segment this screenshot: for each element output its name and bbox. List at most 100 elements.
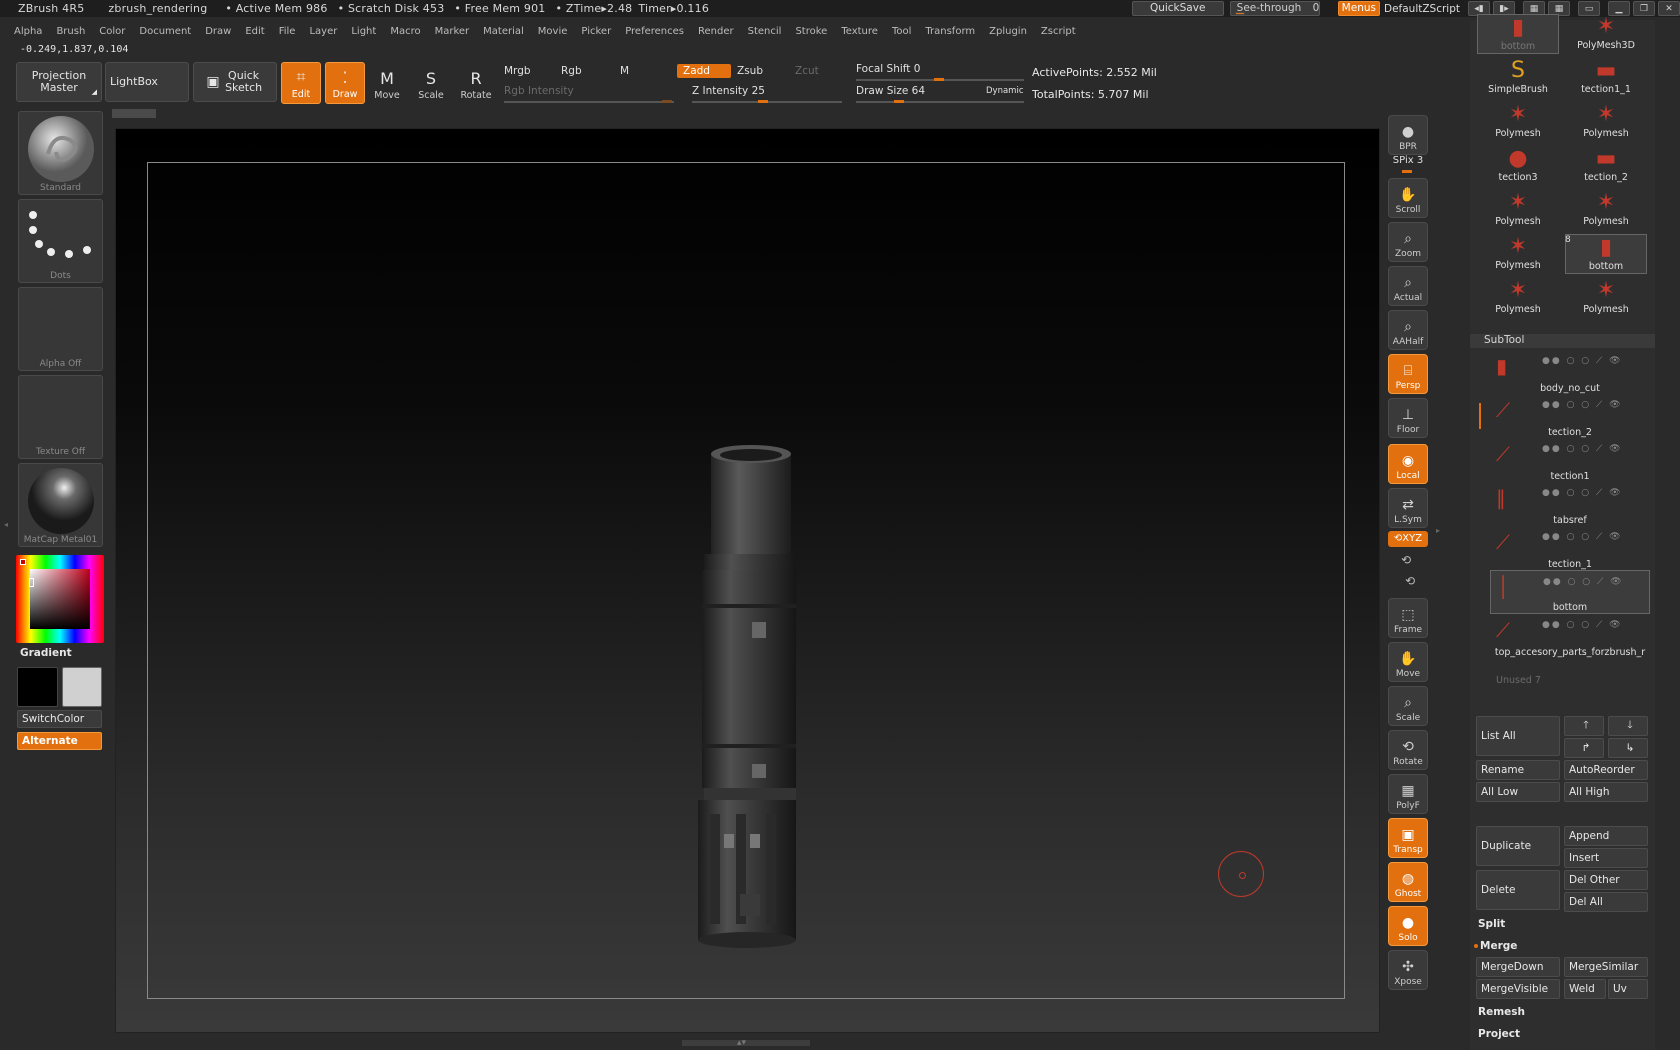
weld-button[interactable]: Weld: [1564, 979, 1606, 999]
z-intensity-knob[interactable]: [758, 100, 768, 103]
menu-color[interactable]: Color: [99, 26, 125, 37]
scroll-button[interactable]: ✋ Scroll: [1388, 178, 1428, 218]
rgb-intensity-slider[interactable]: Rgb Intensity: [504, 85, 574, 97]
del-other-button[interactable]: Del Other: [1564, 870, 1648, 890]
persp-button[interactable]: ⌸ Persp: [1388, 354, 1428, 394]
floor-button[interactable]: ⊥ Floor: [1388, 398, 1428, 438]
see-through-thumb[interactable]: [1234, 12, 1245, 15]
menu-draw[interactable]: Draw: [205, 26, 231, 37]
subtool-visibility-icon[interactable]: ●● ○ ○ ⟋ 👁: [1542, 532, 1623, 542]
transp-button[interactable]: ▣ Transp: [1388, 818, 1428, 858]
quick-sketch-button[interactable]: ▣ Quick Sketch: [193, 62, 277, 102]
mrgb-button[interactable]: Mrgb: [504, 65, 531, 77]
bottom-tray-arrow-icon[interactable]: ▴▾: [737, 1038, 746, 1048]
subtool-header[interactable]: SubTool: [1470, 334, 1655, 348]
menus-toggle[interactable]: Menus: [1337, 1, 1380, 16]
menu-file[interactable]: File: [279, 26, 296, 37]
subtool-row[interactable]: ⟋ ●● ○ ○ ⟋ 👁 tection_2: [1490, 394, 1650, 438]
menu-material[interactable]: Material: [483, 26, 524, 37]
rotate-mode-button[interactable]: R Rotate: [456, 62, 496, 104]
subtool-row[interactable]: ⟋ ●● ○ ○ ⟋ 👁 tection1: [1490, 438, 1650, 482]
bpr-button[interactable]: ● BPR: [1388, 115, 1428, 155]
switch-color-button[interactable]: SwitchColor: [17, 710, 102, 728]
alternate-button[interactable]: Alternate: [17, 732, 102, 750]
subtool-scroll-indicator[interactable]: [1479, 403, 1481, 429]
spix-slider[interactable]: SPix 3: [1388, 155, 1428, 166]
mergevisible-button[interactable]: MergeVisible: [1476, 979, 1560, 999]
draw-size-track[interactable]: [856, 101, 1024, 103]
tool-thumb-polymesh[interactable]: ✶ Polymesh: [1477, 102, 1559, 142]
spix-knob[interactable]: [1402, 170, 1412, 173]
stroke-thumbnail[interactable]: Dots: [18, 199, 103, 283]
subtool-visibility-icon[interactable]: ●● ○ ○ ⟋ 👁: [1542, 356, 1623, 366]
scale-button[interactable]: ⌕ Scale: [1388, 686, 1428, 726]
del-all-button[interactable]: Del All: [1564, 892, 1648, 912]
zcut-button[interactable]: Zcut: [795, 65, 819, 77]
menu-zplugin[interactable]: Zplugin: [989, 26, 1027, 37]
subtool-visibility-icon[interactable]: ●● ○ ○ ⟋ 👁: [1542, 444, 1623, 454]
texture-thumbnail[interactable]: Texture Off: [18, 375, 103, 459]
menu-stroke[interactable]: Stroke: [795, 26, 827, 37]
split-section[interactable]: Split: [1478, 918, 1505, 930]
tool-thumb-polymesh[interactable]: ✶ Polymesh: [1565, 190, 1647, 230]
aahalf-button[interactable]: ⌕ AAHalf: [1388, 310, 1428, 350]
default-zscript-button[interactable]: DefaultZScript: [1384, 3, 1460, 15]
lightbox-button[interactable]: LightBox: [105, 62, 189, 102]
polyf-button[interactable]: ▦ PolyF: [1388, 774, 1428, 814]
merge-section[interactable]: Merge: [1480, 940, 1517, 952]
z-intensity-slider[interactable]: Z Intensity 25: [692, 85, 765, 97]
draw-size-slider[interactable]: Draw Size 64: [856, 85, 925, 97]
left-tray-handle-icon[interactable]: ◂: [4, 520, 8, 529]
insert-button[interactable]: Insert: [1564, 848, 1648, 868]
scale-mode-button[interactable]: S Scale: [411, 62, 451, 104]
append-button[interactable]: Append: [1564, 826, 1648, 846]
subtool-visibility-icon[interactable]: ●● ○ ○ ⟋ 👁: [1542, 400, 1623, 410]
m-button[interactable]: M: [620, 65, 629, 77]
menu-macro[interactable]: Macro: [390, 26, 420, 37]
tool-thumb-tection3[interactable]: ● tection3: [1477, 146, 1559, 186]
menu-edit[interactable]: Edit: [245, 26, 264, 37]
tool-thumb-tection1_1[interactable]: ▬ tection1_1: [1565, 58, 1647, 98]
menu-movie[interactable]: Movie: [538, 26, 568, 37]
move-bottom-icon[interactable]: ↳: [1608, 738, 1648, 758]
draw-mode-button[interactable]: ⁚ Draw: [325, 62, 365, 104]
menu-layer[interactable]: Layer: [309, 26, 337, 37]
move-top-icon[interactable]: ↱: [1564, 738, 1604, 758]
main-color-swatch[interactable]: [17, 667, 58, 707]
subtool-visibility-icon[interactable]: ●● ○ ○ ⟋ 👁: [1542, 488, 1623, 498]
tool-thumb-polymesh[interactable]: ✶ Polymesh: [1565, 278, 1647, 318]
see-through-slider[interactable]: See-through 0: [1229, 1, 1320, 16]
mergedown-button[interactable]: MergeDown: [1476, 957, 1560, 977]
local-button[interactable]: ◉ Local: [1388, 444, 1428, 484]
tool-thumb-polymesh3d[interactable]: ✶ PolyMesh3D: [1565, 14, 1647, 54]
rgb-intensity-track[interactable]: [504, 101, 674, 103]
right-tray-handle-icon[interactable]: ▸: [1436, 526, 1440, 535]
remesh-section[interactable]: Remesh: [1478, 1006, 1525, 1018]
close-icon[interactable]: ✕: [1658, 1, 1680, 16]
xpose-button[interactable]: ✣ Xpose: [1388, 950, 1428, 990]
menu-render[interactable]: Render: [698, 26, 734, 37]
rotate-z-icon[interactable]: ⟲: [1405, 574, 1415, 588]
project-section[interactable]: Project: [1478, 1028, 1520, 1040]
lightsaber-model[interactable]: [686, 444, 798, 950]
color-picker[interactable]: [16, 555, 104, 643]
menu-transform[interactable]: Transform: [925, 26, 975, 37]
subtool-row[interactable]: ∥ ●● ○ ○ ⟋ 👁 tabsref: [1490, 482, 1650, 526]
frame-button[interactable]: ⬚ Frame: [1388, 598, 1428, 638]
tool-thumb-polymesh[interactable]: ✶ Polymesh: [1477, 278, 1559, 318]
tool-thumb-bottom[interactable]: ▮ bottom: [1565, 234, 1647, 274]
rotate-button[interactable]: ⟲ Rotate: [1388, 730, 1428, 770]
rotate-y-icon[interactable]: ⟲: [1401, 553, 1411, 567]
move-button[interactable]: ✋ Move: [1388, 642, 1428, 682]
rgb-intensity-knob[interactable]: [662, 100, 672, 103]
delete-button[interactable]: Delete: [1476, 870, 1560, 910]
move-down-icon[interactable]: 🡓: [1608, 716, 1648, 736]
uv-button[interactable]: Uv: [1608, 979, 1648, 999]
ghost-button[interactable]: ◍ Ghost: [1388, 862, 1428, 902]
material-thumbnail[interactable]: MatCap Metal01: [18, 463, 103, 547]
all-low-button[interactable]: All Low: [1476, 782, 1560, 802]
quicksave-button[interactable]: QuickSave: [1131, 1, 1224, 16]
actual-button[interactable]: ⌕ Actual: [1388, 266, 1428, 306]
xyz-button[interactable]: ⟲XYZ: [1388, 531, 1428, 547]
tool-thumb-tection_2[interactable]: ▬ tection_2: [1565, 146, 1647, 186]
